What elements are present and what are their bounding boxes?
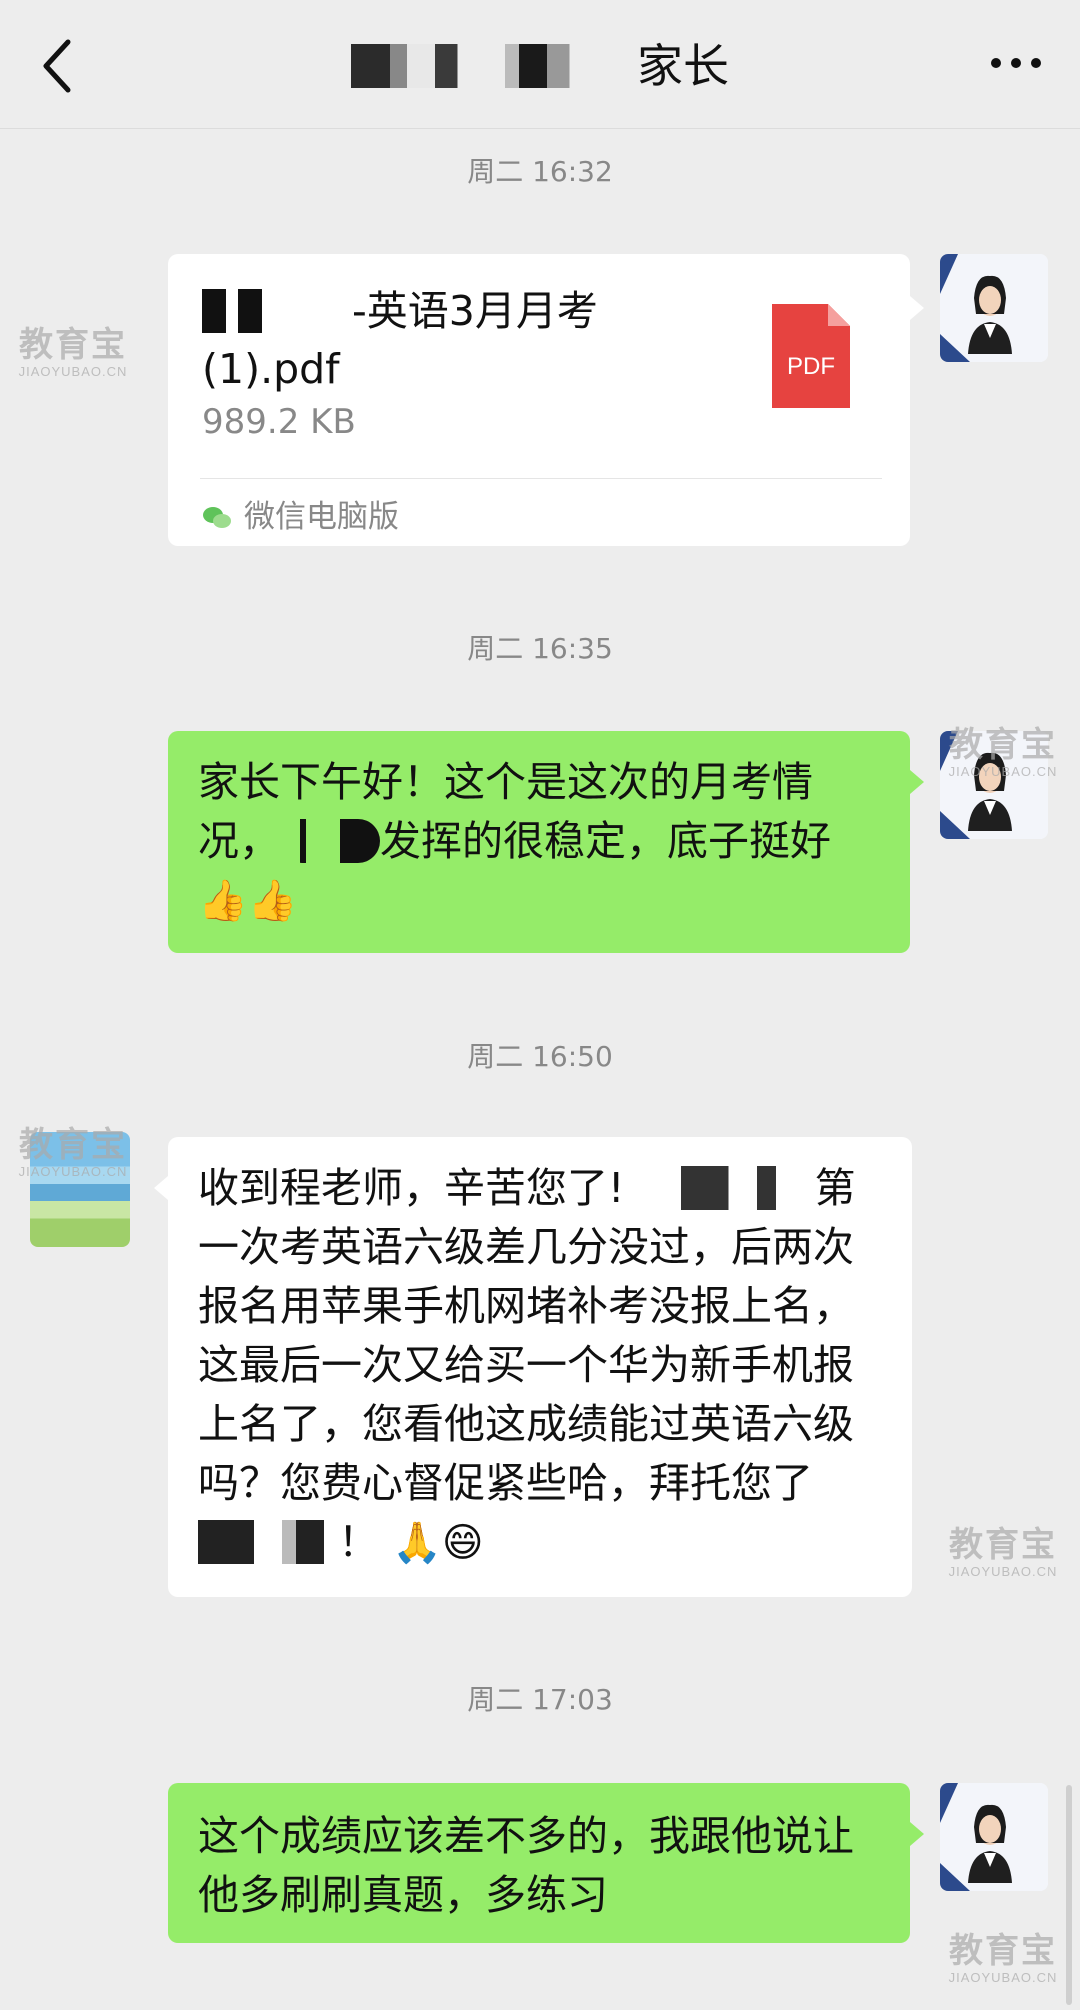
person-icon xyxy=(940,254,1048,362)
person-icon xyxy=(940,1783,1048,1891)
pray-smile-emoji: 🙏😄 xyxy=(392,1520,484,1566)
watermark: 教育宝 JIAOYUBAO.CN xyxy=(948,1932,1058,1985)
redacted-text xyxy=(624,1166,815,1210)
message-bubble[interactable]: 这个成绩应该差不多的，我跟他说让他多刷刷真题，多练习 xyxy=(168,1783,910,1943)
teacher-avatar[interactable] xyxy=(940,254,1048,362)
timestamp: 周二 17:03 xyxy=(467,1683,613,1716)
bubble-tail xyxy=(910,1822,924,1846)
chat-title-text: 家长 xyxy=(637,39,729,93)
svg-text:PDF: PDF xyxy=(787,353,835,380)
teacher-avatar[interactable] xyxy=(940,1783,1048,1891)
watermark: 教育宝 JIAOYUBAO.CN xyxy=(18,326,128,379)
redacted-text xyxy=(202,289,262,333)
divider xyxy=(200,478,882,479)
timestamp: 周二 16:32 xyxy=(467,155,613,188)
wechat-icon xyxy=(203,507,231,528)
bubble-tail xyxy=(910,770,924,794)
message-bubble[interactable]: 收到程老师，辛苦您了! 第一次考英语六级差几分没过，后两次报名用苹果手机网堵补考没… xyxy=(168,1137,912,1597)
watermark: 教育宝 JIAOYUBAO.CN xyxy=(948,726,1058,779)
redacted-text xyxy=(198,1520,338,1564)
timestamp: 周二 16:35 xyxy=(467,632,613,665)
redacted-text xyxy=(262,289,352,333)
redacted-text xyxy=(280,819,380,863)
pdf-file-icon: PDF xyxy=(772,304,850,408)
message-bubble[interactable]: 家长下午好！这个是这次的月考情况， 发挥的很稳定，底子挺好 👍👍 xyxy=(168,731,910,953)
watermark: 教育宝 JIAOYUBAO.CN xyxy=(948,1526,1058,1579)
file-size: 989.2 KB xyxy=(202,402,356,442)
watermark: 教育宝 JIAOYUBAO.CN xyxy=(18,1126,128,1179)
chat-title: 家长 xyxy=(0,36,1080,96)
timestamp: 周二 16:50 xyxy=(467,1040,613,1073)
scrollbar[interactable] xyxy=(1066,1785,1072,2005)
bubble-tail xyxy=(910,296,924,320)
thumbs-up-emoji: 👍👍 xyxy=(198,878,298,924)
redacted-name xyxy=(351,44,631,88)
file-name: -英语3月月考(1).pdf xyxy=(202,287,598,393)
more-dots-icon[interactable] xyxy=(990,56,1042,70)
file-message[interactable]: -英语3月月考(1).pdf 989.2 KB PDF 微信电脑版 xyxy=(168,254,910,546)
bubble-tail xyxy=(154,1176,168,1200)
file-source: 微信电脑版 xyxy=(202,490,399,544)
chat-header: 家长 xyxy=(0,0,1080,129)
